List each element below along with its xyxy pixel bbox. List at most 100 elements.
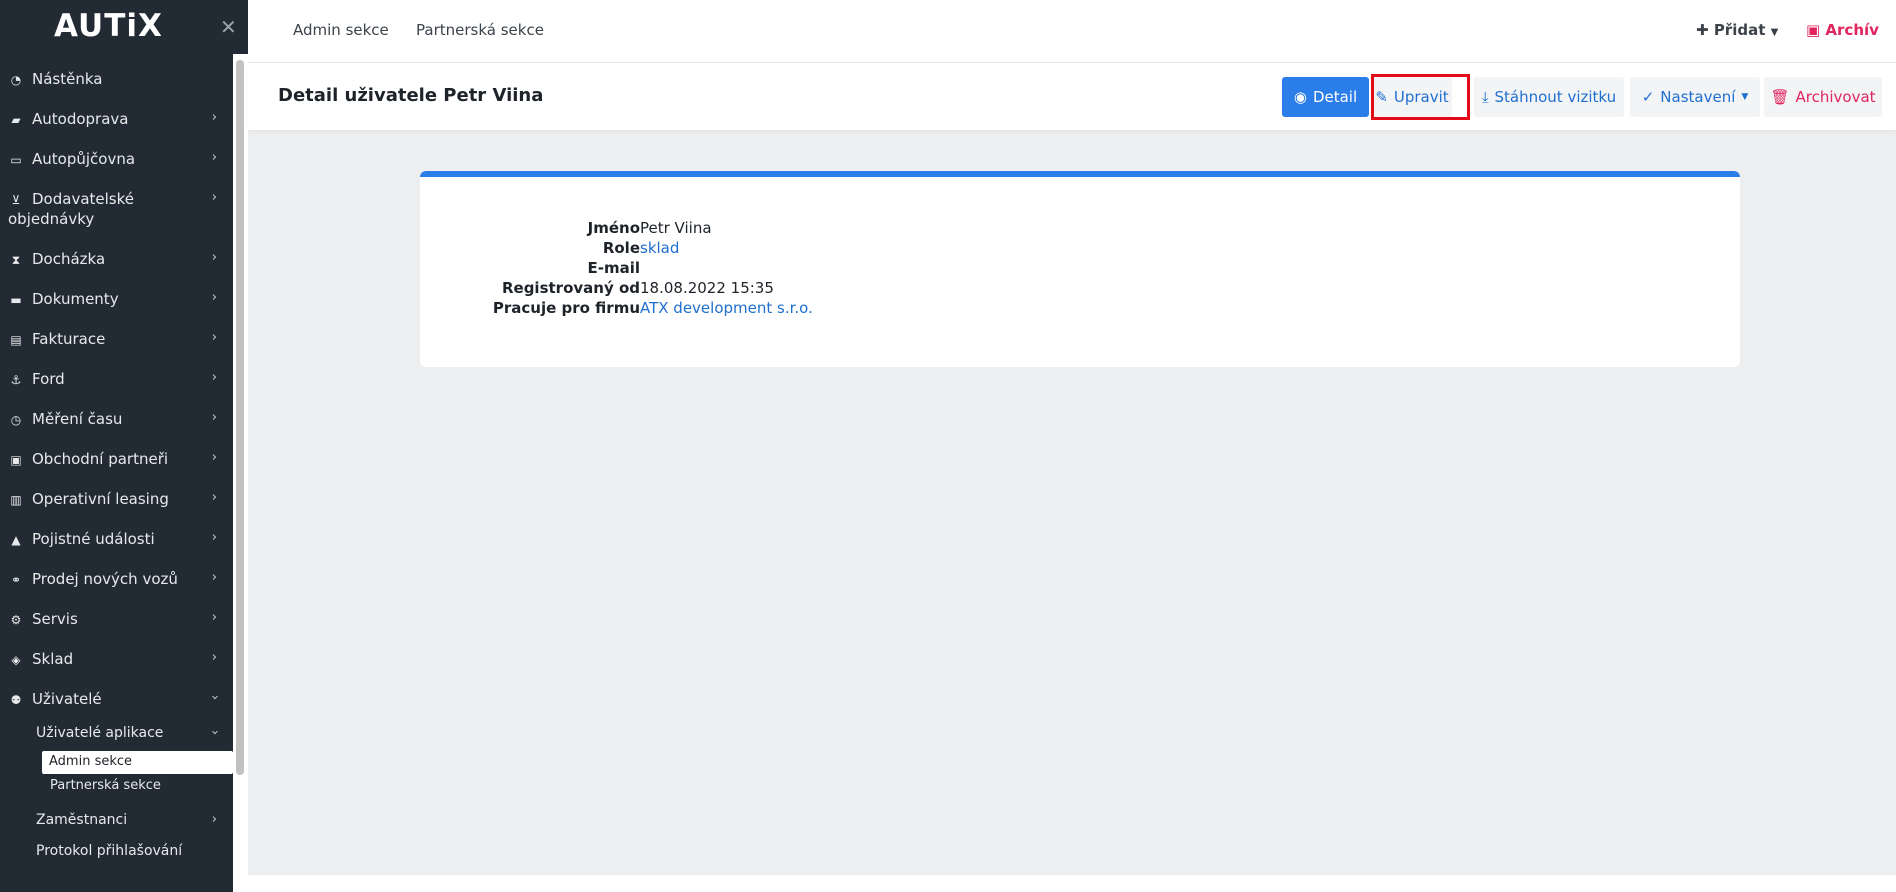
sidebar-item-ford[interactable]: ⚓ Ford › (0, 370, 233, 388)
sidebar-item-autodoprava[interactable]: ▰ Autodoprava › (0, 110, 233, 128)
sidebar-item-label: Dodavatelské (32, 190, 134, 208)
chevron-right-icon: › (211, 250, 217, 265)
highlight-box (1371, 74, 1470, 120)
chevron-right-icon: › (211, 610, 217, 625)
archive-link[interactable]: ▣ Archív (1806, 21, 1879, 39)
sidebar-item-label: Admin sekce (49, 754, 133, 769)
settings-dropdown-button[interactable]: ✓ Nastavení ▼ (1630, 77, 1760, 117)
chevron-down-icon: › (206, 694, 222, 701)
sidebar-item-label: Autodoprava (32, 110, 129, 128)
company-link[interactable]: ATX development s.r.o. (640, 299, 813, 317)
app-logo[interactable]: AUTiX (54, 8, 163, 44)
sidebar-item-label: Nástěnka (32, 70, 103, 88)
sidebar-item-label-line2: objednávky (8, 210, 95, 228)
sidebar-item-label: Autopůjčovna (32, 150, 136, 168)
chevron-right-icon: › (211, 110, 217, 125)
sidebar-item-fakturace[interactable]: ▤ Fakturace › (0, 330, 233, 348)
sidebar-item-operativni-leasing[interactable]: ▥ Operativní leasing › (0, 490, 233, 508)
trash-icon: 🗑 (1770, 88, 1790, 106)
sidebar-item-dokumenty[interactable]: ▬ Dokumenty › (0, 290, 233, 308)
sidebar-item-label: Prodej nových vozů (32, 570, 178, 588)
sidebar-subitem-zamestnanci[interactable]: Zaměstnanci › (28, 812, 233, 828)
settings-button-label: Nastavení (1660, 88, 1736, 106)
sidebar-subitem-protokol-prihlasovani[interactable]: Protokol přihlašování (28, 843, 233, 859)
sidebar-item-label: Uživatelé aplikace (36, 725, 164, 741)
archive-button[interactable]: 🗑 Archivovat (1764, 77, 1882, 117)
role-link[interactable]: sklad (640, 239, 679, 257)
sidebar-item-label: Sklad (32, 650, 74, 668)
sidebar-item-dochazka[interactable]: ⧗ Docházka › (0, 250, 233, 268)
sidebar-scroll-thumb[interactable] (236, 60, 244, 775)
field-value: 18.08.2022 15:35 (640, 279, 774, 297)
cogs-icon: ⚙ (10, 613, 22, 627)
sidebar-item-autopujcovna[interactable]: ▭ Autopůjčovna › (0, 150, 233, 168)
add-dropdown-button[interactable]: ✚ Přidat ▼ (1696, 21, 1778, 39)
user-detail-card: Jméno Petr Viina Role sklad E-mail Regis… (420, 171, 1740, 367)
page-footer (248, 875, 1896, 892)
download-icon: ⤓ (1481, 88, 1489, 106)
add-label: Přidat (1713, 21, 1766, 39)
chevron-right-icon: › (211, 450, 217, 465)
sidebar-item-nastenka[interactable]: ◔ Nástěnka (0, 70, 233, 88)
sidebar-item-label: Fakturace (32, 330, 106, 348)
download-card-button[interactable]: ⤓ Stáhnout vizitku (1474, 77, 1624, 117)
sidebar-item-label: Pojistné události (32, 530, 155, 548)
detail-button[interactable]: ◉ Detail (1282, 77, 1369, 117)
plus-icon: ✚ (1696, 21, 1709, 39)
chevron-right-icon: › (211, 370, 217, 385)
chevron-right-icon: › (211, 812, 217, 827)
book-icon: ▥ (10, 493, 22, 507)
page-title: Detail uživatele Petr Viina (278, 85, 544, 106)
sidebar-item-prodej-novych-vozu[interactable]: ⚭ Prodej nových vozů › (0, 570, 233, 588)
sidebar-item-label: Servis (32, 610, 78, 628)
sidebar-item-label: Docházka (32, 250, 106, 268)
sidebar-item-mereni-casu[interactable]: ◷ Měření času › (0, 410, 233, 428)
sidebar-subitem-partnerska-sekce[interactable]: Partnerská sekce (42, 778, 233, 793)
sidebar-subitem-admin-sekce[interactable]: Admin sekce (42, 751, 233, 774)
sidebar-subitem-uzivatele-aplikace[interactable]: Uživatelé aplikace › (28, 725, 233, 741)
sidebar-item-uzivatele[interactable]: ⚉ Uživatelé › (0, 690, 233, 708)
sidebar-item-servis[interactable]: ⚙ Servis › (0, 610, 233, 628)
folder-icon: ▬ (10, 293, 22, 307)
sidebar-item-label: Ford (32, 370, 65, 388)
car-icon: ▭ (10, 153, 22, 167)
sidebar-item-label: Operativní leasing (32, 490, 169, 508)
sidebar-item-pojistne-udalosti[interactable]: ▲ Pojistné události › (0, 530, 233, 548)
archive-button-label: Archivovat (1795, 88, 1876, 106)
chevron-right-icon: › (211, 150, 217, 165)
close-sidebar-icon[interactable]: ✕ (220, 17, 238, 37)
sidebar-item-label: Partnerská sekce (50, 778, 161, 793)
invoice-icon: ▤ (10, 333, 22, 347)
page-header: Detail uživatele Petr Viina ◉ Detail ✎ U… (248, 63, 1896, 130)
field-value: Petr Viina (640, 219, 712, 237)
sidebar-item-label: Měření času (32, 410, 123, 428)
chevron-right-icon: › (211, 570, 217, 585)
users-icon: ⚉ (10, 693, 22, 707)
detail-button-label: Detail (1312, 88, 1358, 106)
chevron-right-icon: › (211, 410, 217, 425)
sidebar-item-obchodni-partneri[interactable]: ▣ Obchodní partneři › (0, 450, 233, 468)
caret-down-icon: ▼ (1770, 27, 1779, 38)
archive-label: Archív (1825, 21, 1879, 39)
topnav-partnerska-sekce-link[interactable]: Partnerská sekce (416, 21, 544, 39)
wrench-icon: ✓ (1641, 88, 1655, 106)
sidebar-item-dodavatelske-objednavky[interactable]: ⊻ Dodavatelské objednávky › (0, 190, 233, 228)
chevron-right-icon: › (211, 290, 217, 305)
archive-box-icon: ▣ (1806, 21, 1821, 39)
topnav-admin-sekce-link[interactable]: Admin sekce (293, 21, 389, 39)
sidebar-item-sklad[interactable]: ◈ Sklad › (0, 650, 233, 668)
download-button-label: Stáhnout vizitku (1494, 88, 1617, 106)
partners-icon: ▣ (10, 453, 22, 467)
chevron-right-icon: › (211, 650, 217, 665)
top-navbar: Admin sekce Partnerská sekce ✚ Přidat ▼ … (248, 0, 1896, 63)
caret-down-icon: ▼ (1741, 92, 1749, 102)
handshake-icon: ⚭ (10, 573, 22, 587)
field-label: Role (602, 239, 640, 257)
anchor-icon: ⚓ (10, 373, 22, 387)
box-icon: ◈ (11, 653, 21, 667)
field-label: E-mail (587, 259, 640, 277)
truck-icon: ▰ (11, 113, 21, 127)
logo-bar: AUTiX ✕ (0, 0, 248, 54)
hourglass-icon: ⧗ (11, 252, 21, 267)
sidebar-item-label: Zaměstnanci (36, 812, 128, 828)
